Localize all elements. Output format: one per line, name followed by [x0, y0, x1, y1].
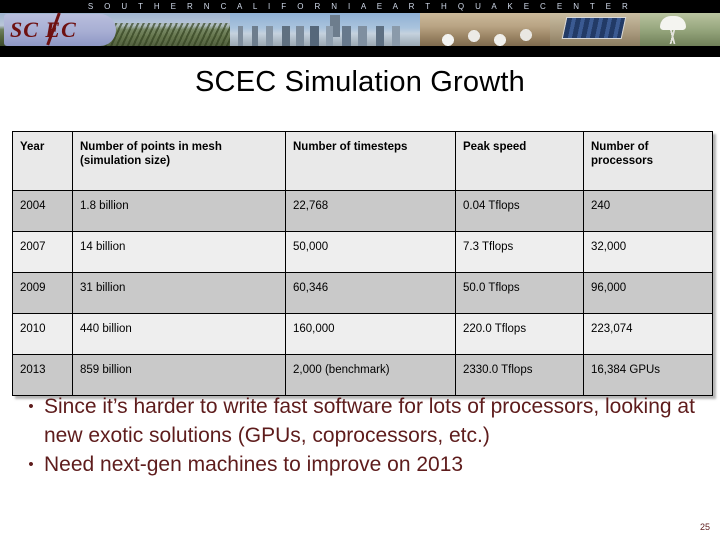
cell-year: 2010 — [12, 313, 73, 355]
cell-processors: 32,000 — [583, 231, 713, 273]
scec-banner: S O U T H E R N C A L I F O R N I A E A … — [0, 0, 720, 57]
cell-timesteps: 50,000 — [285, 231, 456, 273]
simulation-growth-table: Year Number of points in mesh (simulatio… — [12, 131, 713, 396]
cell-year: 2004 — [12, 190, 73, 232]
cell-processors: 96,000 — [583, 272, 713, 314]
gps-dome-antenna-photo — [640, 13, 720, 46]
column-header-mesh-points: Number of points in mesh (simulation siz… — [72, 131, 286, 191]
page-number: 25 — [699, 522, 710, 532]
cell-timesteps: 60,346 — [285, 272, 456, 314]
cell-year: 2009 — [12, 272, 73, 314]
list-item: • Need next-gen machines to improve on 2… — [18, 450, 708, 479]
cell-mesh: 31 billion — [72, 272, 286, 314]
column-header-year: Year — [12, 131, 73, 191]
cell-peak-speed: 50.0 Tflops — [455, 272, 584, 314]
table-row: 2010 440 billion 160,000 220.0 Tflops 22… — [12, 313, 713, 355]
table-row: 2004 1.8 billion 22,768 0.04 Tflops 240 — [12, 190, 713, 232]
solar-panel-station-photo — [550, 13, 640, 46]
cell-processors: 240 — [583, 190, 713, 232]
bullet-marker-icon: • — [28, 456, 34, 473]
table-row: 2009 31 billion 60,346 50.0 Tflops 96,00… — [12, 272, 713, 314]
cell-peak-speed: 7.3 Tflops — [455, 231, 584, 273]
list-item: • Since it’s harder to write fast softwa… — [18, 392, 708, 450]
column-header-processors: Number of processors — [583, 131, 713, 191]
table-row: 2013 859 billion 2,000 (benchmark) 2330.… — [12, 354, 713, 396]
cell-processors: 223,074 — [583, 313, 713, 355]
banner-bottom-bar — [0, 46, 720, 57]
bullet-text: Since it’s harder to write fast software… — [44, 395, 695, 447]
cell-mesh: 1.8 billion — [72, 190, 286, 232]
cell-peak-speed: 0.04 Tflops — [455, 190, 584, 232]
cell-mesh: 14 billion — [72, 231, 286, 273]
scec-logo-text: SC EC — [10, 17, 77, 42]
field-researchers-photo — [420, 13, 550, 46]
column-header-peak-speed: Peak speed — [455, 131, 584, 191]
table-header-row: Year Number of points in mesh (simulatio… — [12, 131, 713, 191]
cell-year: 2007 — [12, 231, 73, 273]
bullet-text: Need next-gen machines to improve on 201… — [44, 453, 464, 476]
cell-processors: 16,384 GPUs — [583, 354, 713, 396]
cell-timesteps: 2,000 (benchmark) — [285, 354, 456, 396]
cell-peak-speed: 220.0 Tflops — [455, 313, 584, 355]
cell-timesteps: 160,000 — [285, 313, 456, 355]
page-title: SCEC Simulation Growth — [195, 66, 525, 98]
cell-peak-speed: 2330.0 Tflops — [455, 354, 584, 396]
cell-mesh: 440 billion — [72, 313, 286, 355]
table-body: 2004 1.8 billion 22,768 0.04 Tflops 240 … — [12, 190, 713, 396]
los-angeles-skyline-photo — [230, 13, 420, 46]
cell-timesteps: 22,768 — [285, 190, 456, 232]
table-header: Year Number of points in mesh (simulatio… — [12, 131, 713, 191]
column-header-timesteps: Number of timesteps — [285, 131, 456, 191]
cell-year: 2013 — [12, 354, 73, 396]
bullet-list: • Since it’s harder to write fast softwa… — [18, 392, 708, 479]
table-row: 2007 14 billion 50,000 7.3 Tflops 32,000 — [12, 231, 713, 273]
bullet-marker-icon: • — [28, 398, 34, 415]
banner-strip-text: S O U T H E R N C A L I F O R N I A E A … — [0, 0, 720, 13]
cell-mesh: 859 billion — [72, 354, 286, 396]
